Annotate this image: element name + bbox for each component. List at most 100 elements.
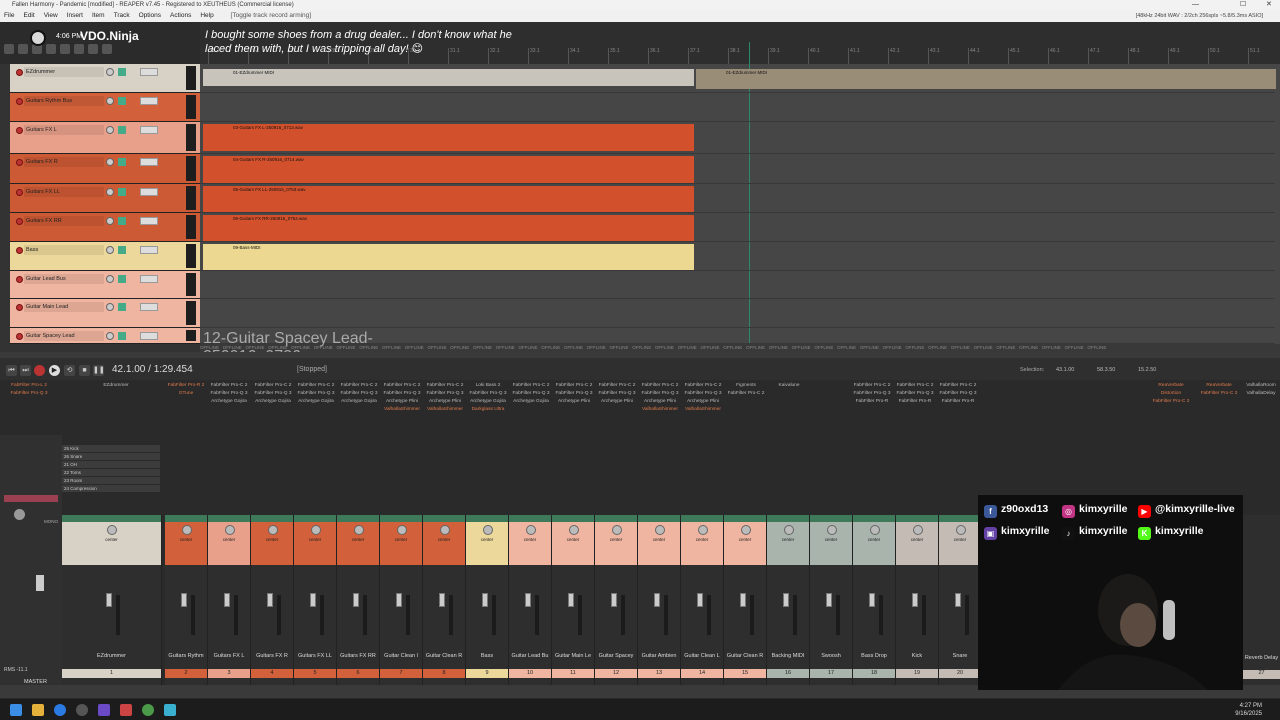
envelope-button[interactable] — [140, 126, 158, 134]
fx-slot[interactable]: FabFilter Pro-C 2 — [725, 390, 767, 398]
pan-knob[interactable] — [482, 525, 493, 535]
fx-chain[interactable]: FabFilter Pro-R 2 GTune — [165, 382, 207, 398]
fx-slot[interactable]: FabFilter Pro-C 2 — [252, 382, 294, 390]
fx-slot[interactable]: FabFilter Pro-C 2 — [510, 382, 552, 390]
chrome-icon[interactable] — [142, 704, 154, 716]
strip-header[interactable] — [681, 515, 723, 522]
send-slot[interactable]: 23 Room — [62, 477, 160, 484]
fx-slot[interactable]: Darkglass Ultra — [467, 406, 509, 414]
fx-slot[interactable]: ReaVerbate — [1198, 382, 1240, 390]
pan-knob[interactable] — [869, 525, 880, 535]
fx-slot[interactable]: FabFilter Pro-C 2 — [894, 382, 936, 390]
master-fx-slot[interactable] — [4, 495, 58, 502]
fx-slot[interactable]: Archetype Gojira — [510, 398, 552, 406]
fx-slot[interactable]: FabFilter Pro-Q 3 — [937, 390, 979, 398]
track-name[interactable]: Guitar Lead Bus — [24, 274, 104, 284]
volume-fader[interactable] — [610, 593, 617, 607]
fx-slot[interactable]: FabFilter Pro-Q 3 — [553, 390, 595, 398]
discord-icon[interactable] — [98, 704, 110, 716]
track-9[interactable]: Guitar Spacey Lead — [10, 328, 200, 344]
envelope-button[interactable] — [140, 275, 158, 283]
fx-slot[interactable]: Archetype Plini — [381, 398, 423, 406]
mixer-strip[interactable]: center Guitar Clean R 8 — [423, 515, 466, 685]
track-0[interactable]: EZdrummer — [10, 64, 200, 93]
send-slot[interactable]: 22 Toms — [62, 469, 160, 476]
fx-slot[interactable]: FabFilter Pro-C 2 — [338, 382, 380, 390]
fx-button[interactable] — [118, 68, 126, 76]
volume-fader[interactable] — [868, 593, 875, 607]
track-1[interactable]: Guitars Rythm Bus — [10, 93, 200, 122]
send-slot[interactable]: 24 Compression — [62, 485, 160, 492]
volume-fader[interactable] — [309, 593, 316, 607]
fx-slot[interactable]: FabFilter Pro-C 2 — [937, 382, 979, 390]
pan-knob[interactable] — [912, 525, 923, 535]
master-pan-knob[interactable] — [14, 509, 25, 520]
fx-slot[interactable]: FabFilter Pro-C 2 — [596, 382, 638, 390]
repeat-icon[interactable]: ⟲ — [64, 365, 75, 376]
fx-slot[interactable]: Archetype Plini — [424, 398, 466, 406]
strip-header[interactable] — [337, 515, 379, 522]
pan-knob[interactable] — [783, 525, 794, 535]
fx-slot[interactable]: FabFilter Pro-C 2 — [639, 382, 681, 390]
strip-header[interactable] — [724, 515, 766, 522]
track-name[interactable]: Guitars FX L — [24, 125, 104, 135]
fx-slot[interactable]: Archetype Plini — [553, 398, 595, 406]
record-button[interactable] — [34, 365, 45, 376]
fx-chain[interactable]: Figments FabFilter Pro-C 2 — [725, 382, 767, 398]
fx-slot[interactable]: Kaivalune — [768, 382, 810, 390]
mixer-strip[interactable]: center Swoosh 17 — [810, 515, 853, 685]
fx-chain[interactable]: Kaivalune — [768, 382, 810, 390]
strip-header[interactable] — [466, 515, 508, 522]
fx-button[interactable] — [118, 275, 126, 283]
fx-chain[interactable]: ValhallaRoom ValhallaDelay — [1240, 382, 1280, 398]
track-2[interactable]: Guitars FX L — [10, 122, 200, 154]
pan-knob[interactable] — [826, 525, 837, 535]
fx-slot[interactable]: FabFilter Pro-Q 3 — [894, 390, 936, 398]
strip-header[interactable] — [767, 515, 809, 522]
record-arm-button[interactable] — [16, 127, 23, 134]
fx-slot[interactable]: FabFilter Pro-C 2 — [208, 382, 250, 390]
fx-slot[interactable]: Archetype Plini — [682, 398, 724, 406]
file-explorer-icon[interactable] — [32, 704, 44, 716]
send-slot[interactable]: 26 Snare — [62, 453, 160, 460]
envelope-button[interactable] — [140, 332, 158, 340]
track-lane[interactable] — [200, 299, 1275, 328]
media-item[interactable]: 01-EZdrummer MIDI — [203, 69, 694, 86]
mixer-strip[interactable]: center Guitar Clean l 7 — [380, 515, 423, 685]
volume-fader[interactable] — [825, 593, 832, 607]
strip-header[interactable] — [165, 515, 207, 522]
selection-start[interactable]: 43.1.00 — [1056, 367, 1074, 373]
fx-button[interactable] — [118, 97, 126, 105]
fx-button[interactable] — [118, 332, 126, 340]
fx-slot[interactable]: FabFilter Pro-Q 3 — [467, 390, 509, 398]
fx-chain[interactable]: ReaVerbate Distortion FabFilter Pro-C 2 — [1150, 382, 1192, 406]
pan-knob[interactable] — [525, 525, 536, 535]
fx-slot[interactable]: FabFilter Pro-R — [894, 398, 936, 406]
mixer-strip[interactable]: center Guitar Ambien 13 — [638, 515, 681, 685]
fx-slot[interactable]: FabFilter Pro-C 2 — [682, 382, 724, 390]
fx-slot[interactable]: GTune — [165, 390, 207, 398]
fx-chain[interactable]: FabFilter Pro-C 2 FabFilter Pro-Q 3 Archet… — [338, 382, 380, 406]
volume-fader[interactable] — [567, 593, 574, 607]
fx-chain[interactable]: FabFilter Pro-C 2 FabFilter Pro-Q 3 Archet… — [639, 382, 681, 414]
menu-insert[interactable]: Insert — [67, 12, 83, 19]
go-end-icon[interactable]: ⏭ — [20, 365, 31, 376]
fx-slot[interactable]: FabFilter Pro-Q 3 — [381, 390, 423, 398]
envelope-button[interactable] — [140, 217, 158, 225]
envelope-button[interactable] — [140, 158, 158, 166]
fx-slot[interactable]: Archetype Plini — [639, 398, 681, 406]
mixer-strip[interactable]: center Guitars Rythm 2 — [165, 515, 208, 685]
pan-knob[interactable] — [955, 525, 966, 535]
strip-header[interactable] — [595, 515, 637, 522]
fx-chain[interactable]: EZdrummer — [95, 382, 137, 390]
pan-knob[interactable] — [611, 525, 622, 535]
pan-knob[interactable] — [568, 525, 579, 535]
fx-slot[interactable]: FabFilter Pro-C 2 — [553, 382, 595, 390]
record-arm-button[interactable] — [16, 159, 23, 166]
mixer-strip[interactable]: center Guitar Clean L 14 — [681, 515, 724, 685]
fx-slot[interactable]: Archetype Gojira — [338, 398, 380, 406]
obs-icon[interactable] — [76, 704, 88, 716]
fx-button[interactable] — [118, 217, 126, 225]
close-button[interactable]: ✕ — [1266, 0, 1272, 10]
menu-file[interactable]: File — [4, 12, 14, 19]
